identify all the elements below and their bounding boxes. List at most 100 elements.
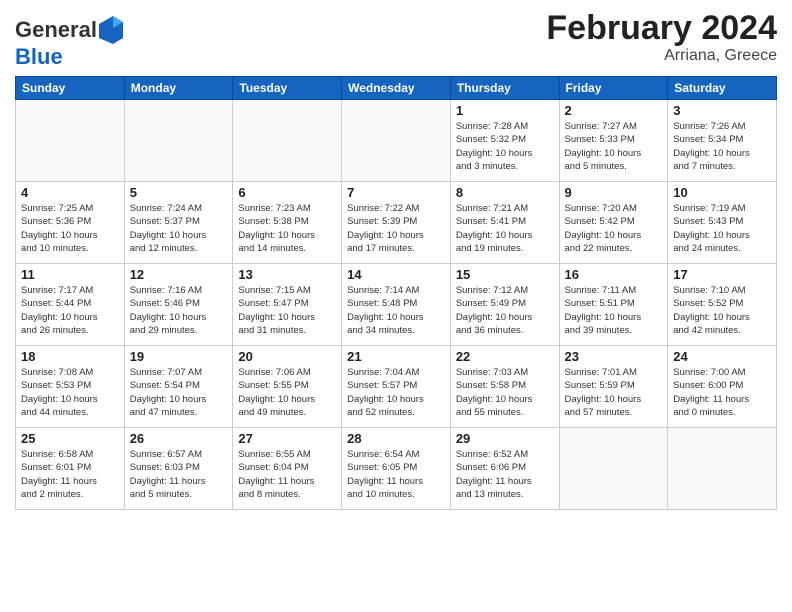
col-tuesday: Tuesday xyxy=(233,77,342,100)
col-monday: Monday xyxy=(124,77,233,100)
day-info: Sunrise: 7:25 AM Sunset: 5:36 PM Dayligh… xyxy=(21,202,119,255)
table-row: 18Sunrise: 7:08 AM Sunset: 5:53 PM Dayli… xyxy=(16,346,125,428)
table-row: 27 Sunrise: 6:55 AM Sunset: 6:04 PM Dayli… xyxy=(233,428,342,510)
day-number: 12 xyxy=(130,267,228,282)
table-row: 12 Sunrise: 7:16 AM Sunset: 5:46 PM Dayli… xyxy=(124,264,233,346)
col-sunday: Sunday xyxy=(16,77,125,100)
table-row: 3Sunrise: 7:26 AM Sunset: 5:34 PM Daylig… xyxy=(668,100,777,182)
day-number: 21 xyxy=(347,349,445,364)
day-number: 26 xyxy=(130,431,228,446)
day-info: Sunrise: 7:12 AM Sunset: 5:49 PM Dayligh… xyxy=(456,284,554,337)
table-row: 2Sunrise: 7:27 AM Sunset: 5:33 PM Daylig… xyxy=(559,100,668,182)
day-info: Sunrise: 7:24 AM Sunset: 5:37 PM Dayligh… xyxy=(130,202,228,255)
day-info: Sunrise: 7:06 AM Sunset: 5:55 PM Dayligh… xyxy=(238,366,336,419)
table-row xyxy=(124,100,233,182)
table-row: 19 Sunrise: 7:07 AM Sunset: 5:54 PM Dayli… xyxy=(124,346,233,428)
day-number: 17 xyxy=(673,267,771,282)
calendar-week-row: 25 Sunrise: 6:58 AM Sunset: 6:01 PM Dayli… xyxy=(16,428,777,510)
day-number: 13 xyxy=(238,267,336,282)
day-number: 20 xyxy=(238,349,336,364)
table-row: 10Sunrise: 7:19 AM Sunset: 5:43 PM Dayli… xyxy=(668,182,777,264)
day-info: Sunrise: 7:01 AM Sunset: 5:59 PM Dayligh… xyxy=(565,366,663,419)
day-number: 23 xyxy=(565,349,663,364)
table-row: 11 Sunrise: 7:17 AM Sunset: 5:44 PM Dayli… xyxy=(16,264,125,346)
table-row: 17 Sunrise: 7:10 AM Sunset: 5:52 PM Dayli… xyxy=(668,264,777,346)
day-number: 25 xyxy=(21,431,119,446)
calendar-week-row: 11 Sunrise: 7:17 AM Sunset: 5:44 PM Dayli… xyxy=(16,264,777,346)
day-number: 27 xyxy=(238,431,336,446)
day-number: 24 xyxy=(673,349,771,364)
day-info: Sunrise: 7:16 AM Sunset: 5:46 PM Dayligh… xyxy=(130,284,228,337)
col-wednesday: Wednesday xyxy=(342,77,451,100)
col-saturday: Saturday xyxy=(668,77,777,100)
day-info: Sunrise: 7:07 AM Sunset: 5:54 PM Dayligh… xyxy=(130,366,228,419)
day-info: Sunrise: 7:22 AM Sunset: 5:39 PM Dayligh… xyxy=(347,202,445,255)
day-info: Sunrise: 7:11 AM Sunset: 5:51 PM Dayligh… xyxy=(565,284,663,337)
day-number: 11 xyxy=(21,267,119,282)
table-row xyxy=(16,100,125,182)
calendar-week-row: 18Sunrise: 7:08 AM Sunset: 5:53 PM Dayli… xyxy=(16,346,777,428)
table-row: 6Sunrise: 7:23 AM Sunset: 5:38 PM Daylig… xyxy=(233,182,342,264)
day-info: Sunrise: 7:17 AM Sunset: 5:44 PM Dayligh… xyxy=(21,284,119,337)
day-number: 14 xyxy=(347,267,445,282)
day-info: Sunrise: 6:55 AM Sunset: 6:04 PM Dayligh… xyxy=(238,448,336,501)
table-row: 4Sunrise: 7:25 AM Sunset: 5:36 PM Daylig… xyxy=(16,182,125,264)
table-row: 5 Sunrise: 7:24 AM Sunset: 5:37 PM Daylig… xyxy=(124,182,233,264)
table-row: 29 Sunrise: 6:52 AM Sunset: 6:06 PM Dayli… xyxy=(450,428,559,510)
calendar-subtitle: Arriana, Greece xyxy=(546,47,777,65)
logo-icon xyxy=(99,16,123,46)
table-row: 16Sunrise: 7:11 AM Sunset: 5:51 PM Dayli… xyxy=(559,264,668,346)
table-row: 9 Sunrise: 7:20 AM Sunset: 5:42 PM Daylig… xyxy=(559,182,668,264)
day-info: Sunrise: 6:54 AM Sunset: 6:05 PM Dayligh… xyxy=(347,448,445,501)
logo-blue-text: Blue xyxy=(15,46,63,68)
table-row: 7 Sunrise: 7:22 AM Sunset: 5:39 PM Daylig… xyxy=(342,182,451,264)
table-row: 15 Sunrise: 7:12 AM Sunset: 5:49 PM Dayli… xyxy=(450,264,559,346)
col-thursday: Thursday xyxy=(450,77,559,100)
table-row: 24 Sunrise: 7:00 AM Sunset: 6:00 PM Dayli… xyxy=(668,346,777,428)
day-number: 8 xyxy=(456,185,554,200)
day-info: Sunrise: 7:20 AM Sunset: 5:42 PM Dayligh… xyxy=(565,202,663,255)
table-row: 20 Sunrise: 7:06 AM Sunset: 5:55 PM Dayli… xyxy=(233,346,342,428)
day-number: 2 xyxy=(565,103,663,118)
day-number: 1 xyxy=(456,103,554,118)
day-number: 22 xyxy=(456,349,554,364)
table-row: 22 Sunrise: 7:03 AM Sunset: 5:58 PM Dayli… xyxy=(450,346,559,428)
calendar-header-row: Sunday Monday Tuesday Wednesday Thursday… xyxy=(16,77,777,100)
day-number: 10 xyxy=(673,185,771,200)
day-info: Sunrise: 7:03 AM Sunset: 5:58 PM Dayligh… xyxy=(456,366,554,419)
table-row xyxy=(559,428,668,510)
day-number: 9 xyxy=(565,185,663,200)
table-row: 13 Sunrise: 7:15 AM Sunset: 5:47 PM Dayli… xyxy=(233,264,342,346)
day-number: 15 xyxy=(456,267,554,282)
day-info: Sunrise: 7:26 AM Sunset: 5:34 PM Dayligh… xyxy=(673,120,771,173)
day-number: 29 xyxy=(456,431,554,446)
calendar-title: February 2024 xyxy=(546,10,777,47)
table-row: 25 Sunrise: 6:58 AM Sunset: 6:01 PM Dayli… xyxy=(16,428,125,510)
day-info: Sunrise: 7:15 AM Sunset: 5:47 PM Dayligh… xyxy=(238,284,336,337)
day-number: 28 xyxy=(347,431,445,446)
day-number: 7 xyxy=(347,185,445,200)
table-row: 8Sunrise: 7:21 AM Sunset: 5:41 PM Daylig… xyxy=(450,182,559,264)
table-row xyxy=(342,100,451,182)
day-info: Sunrise: 7:00 AM Sunset: 6:00 PM Dayligh… xyxy=(673,366,771,419)
page: General Blue February 2024 Arriana, Gree… xyxy=(0,0,792,612)
calendar-table: Sunday Monday Tuesday Wednesday Thursday… xyxy=(15,76,777,510)
table-row: 1 Sunrise: 7:28 AM Sunset: 5:32 PM Daylig… xyxy=(450,100,559,182)
table-row xyxy=(668,428,777,510)
table-row: 14 Sunrise: 7:14 AM Sunset: 5:48 PM Dayli… xyxy=(342,264,451,346)
day-info: Sunrise: 7:10 AM Sunset: 5:52 PM Dayligh… xyxy=(673,284,771,337)
header: General Blue February 2024 Arriana, Gree… xyxy=(15,10,777,68)
day-info: Sunrise: 7:14 AM Sunset: 5:48 PM Dayligh… xyxy=(347,284,445,337)
day-info: Sunrise: 6:52 AM Sunset: 6:06 PM Dayligh… xyxy=(456,448,554,501)
day-info: Sunrise: 6:57 AM Sunset: 6:03 PM Dayligh… xyxy=(130,448,228,501)
logo: General Blue xyxy=(15,14,123,68)
table-row: 21Sunrise: 7:04 AM Sunset: 5:57 PM Dayli… xyxy=(342,346,451,428)
day-number: 19 xyxy=(130,349,228,364)
col-friday: Friday xyxy=(559,77,668,100)
day-number: 5 xyxy=(130,185,228,200)
table-row: 23 Sunrise: 7:01 AM Sunset: 5:59 PM Dayli… xyxy=(559,346,668,428)
day-number: 18 xyxy=(21,349,119,364)
day-info: Sunrise: 7:28 AM Sunset: 5:32 PM Dayligh… xyxy=(456,120,554,173)
day-info: Sunrise: 6:58 AM Sunset: 6:01 PM Dayligh… xyxy=(21,448,119,501)
calendar-week-row: 4Sunrise: 7:25 AM Sunset: 5:36 PM Daylig… xyxy=(16,182,777,264)
